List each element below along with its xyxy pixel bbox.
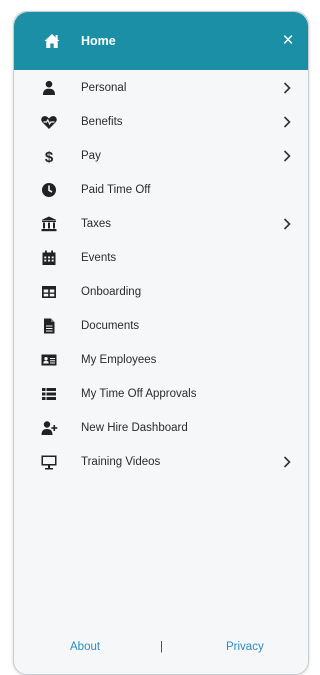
list-icon — [40, 385, 58, 403]
menu-item-label: New Hire Dashboard — [81, 422, 188, 434]
menu-item-label: Paid Time Off — [81, 184, 151, 196]
close-icon[interactable]: × — [278, 31, 298, 51]
chevron-right-icon — [282, 81, 292, 95]
menu-item-label: My Time Off Approvals — [81, 388, 197, 400]
menu-item-training-videos[interactable]: Training Videos — [14, 445, 308, 479]
chevron-right-icon — [282, 217, 292, 231]
chevron-right-icon — [282, 149, 292, 163]
monitor-icon — [40, 453, 58, 471]
home-icon[interactable] — [43, 32, 61, 50]
menu-item-benefits[interactable]: Benefits — [14, 105, 308, 139]
menu-item-events[interactable]: Events — [14, 241, 308, 275]
menu-item-label: Pay — [81, 150, 101, 162]
heartbeat-icon — [40, 113, 58, 131]
menu-header: Home × — [14, 12, 308, 70]
footer-separator: | — [160, 641, 163, 653]
menu-item-paid-time-off[interactable]: Paid Time Off — [14, 173, 308, 207]
menu-footer: About | Privacy — [14, 625, 308, 665]
menu-item-pay[interactable]: $ Pay — [14, 139, 308, 173]
menu-item-my-employees[interactable]: My Employees — [14, 343, 308, 377]
clock-icon — [40, 181, 58, 199]
chevron-right-icon — [282, 115, 292, 129]
menu-item-my-time-off-approvals[interactable]: My Time Off Approvals — [14, 377, 308, 411]
menu-item-new-hire-dashboard[interactable]: New Hire Dashboard — [14, 411, 308, 445]
menu-item-taxes[interactable]: Taxes — [14, 207, 308, 241]
menu-item-label: Taxes — [81, 218, 112, 230]
svg-text:$: $ — [45, 149, 54, 165]
menu-item-label: Documents — [81, 320, 140, 332]
id-card-icon — [40, 351, 58, 369]
calendar-icon — [40, 249, 58, 267]
dollar-icon: $ — [40, 147, 58, 165]
privacy-link[interactable]: Privacy — [226, 640, 264, 654]
menu-item-label: Training Videos — [81, 456, 161, 468]
menu-item-label: Benefits — [81, 116, 123, 128]
file-icon — [40, 317, 58, 335]
bank-icon — [40, 215, 58, 233]
side-menu-panel: Home × Personal Benefits $ Pay Paid Time… — [13, 11, 309, 675]
menu-item-personal[interactable]: Personal — [14, 71, 308, 105]
menu-item-label: Personal — [81, 82, 127, 94]
about-link[interactable]: About — [70, 640, 100, 654]
menu-item-label: My Employees — [81, 354, 157, 366]
menu-item-label: Onboarding — [81, 286, 142, 298]
chevron-right-icon — [282, 455, 292, 469]
menu-item-documents[interactable]: Documents — [14, 309, 308, 343]
user-plus-icon — [40, 419, 58, 437]
user-icon — [40, 79, 58, 97]
menu-item-label: Events — [81, 252, 117, 264]
menu-item-onboarding[interactable]: Onboarding — [14, 275, 308, 309]
menu-title: Home — [81, 34, 116, 48]
table-icon — [40, 283, 58, 301]
